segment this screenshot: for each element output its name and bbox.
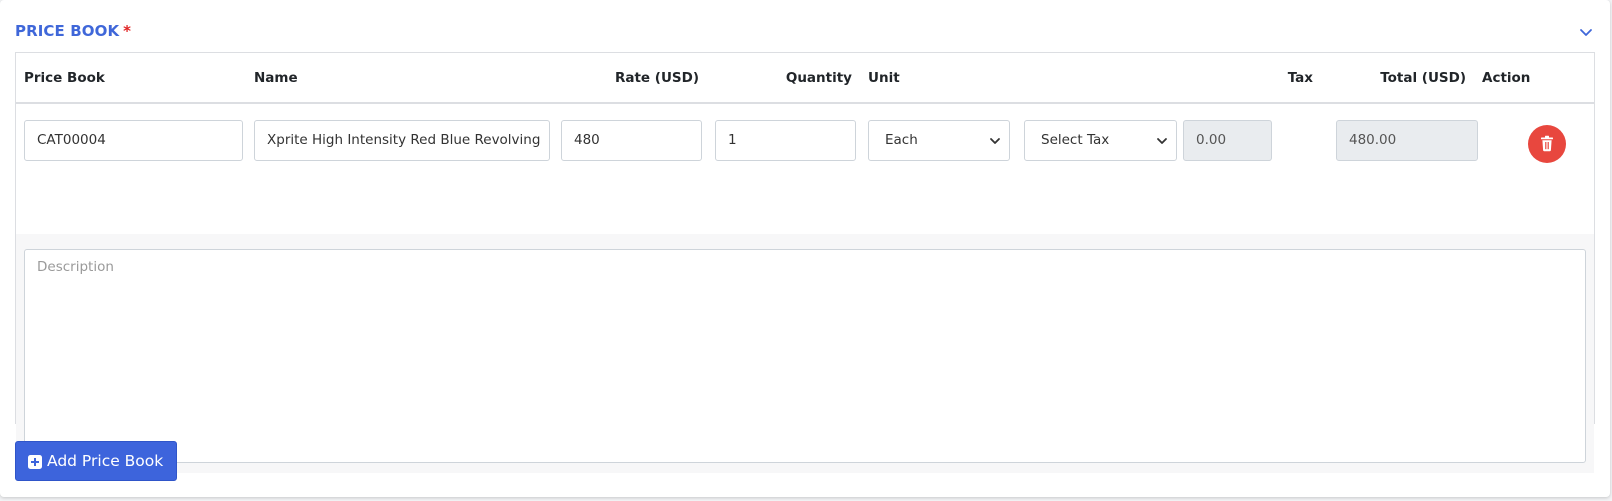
header-quantity: Quantity <box>785 70 852 86</box>
section-title-text: PRICE BOOK <box>15 22 120 40</box>
unit-select-value: Each <box>885 132 918 148</box>
table-row: CAT00004 Xprite High Intensity Red Blue … <box>16 104 1594 235</box>
quantity-input[interactable]: 1 <box>715 120 856 161</box>
unit-select[interactable]: Each <box>868 120 1010 161</box>
description-section <box>16 234 1594 473</box>
header-tax: Tax <box>1287 70 1313 86</box>
chevron-down-icon <box>1157 138 1167 144</box>
header-total: Total (USD) <box>1380 70 1466 86</box>
name-input[interactable]: Xprite High Intensity Red Blue Revolving <box>254 120 550 161</box>
trash-icon <box>1541 135 1553 152</box>
price-book-code-input[interactable]: CAT00004 <box>24 120 243 161</box>
delete-row-button[interactable] <box>1528 125 1566 163</box>
tax-select-value: Select Tax <box>1041 132 1110 148</box>
tax-amount-field: 0.00 <box>1183 120 1272 161</box>
add-price-book-button[interactable]: Add Price Book <box>15 441 177 481</box>
total-field: 480.00 <box>1336 120 1478 161</box>
plus-square-icon <box>28 455 42 469</box>
chevron-down-icon <box>990 138 1000 144</box>
section-title: PRICE BOOK * <box>15 22 131 40</box>
header-name: Name <box>254 70 298 86</box>
rate-input[interactable]: 480 <box>561 120 702 161</box>
price-book-card: PRICE BOOK * Price Book Name Rate (USD) Q… <box>0 0 1610 497</box>
required-mark: * <box>123 22 132 40</box>
description-textarea[interactable] <box>24 249 1586 463</box>
add-price-book-label: Add Price Book <box>47 452 164 470</box>
price-book-table: Price Book Name Rate (USD) Quantity Unit… <box>15 52 1595 473</box>
header-unit: Unit <box>868 70 900 86</box>
header-action: Action <box>1482 70 1531 86</box>
chevron-down-icon[interactable] <box>1578 24 1594 40</box>
header-price-book: Price Book <box>24 70 105 86</box>
tax-select[interactable]: Select Tax <box>1024 120 1177 161</box>
header-rate: Rate (USD) <box>614 70 699 86</box>
table-header: Price Book Name Rate (USD) Quantity Unit… <box>16 53 1594 104</box>
